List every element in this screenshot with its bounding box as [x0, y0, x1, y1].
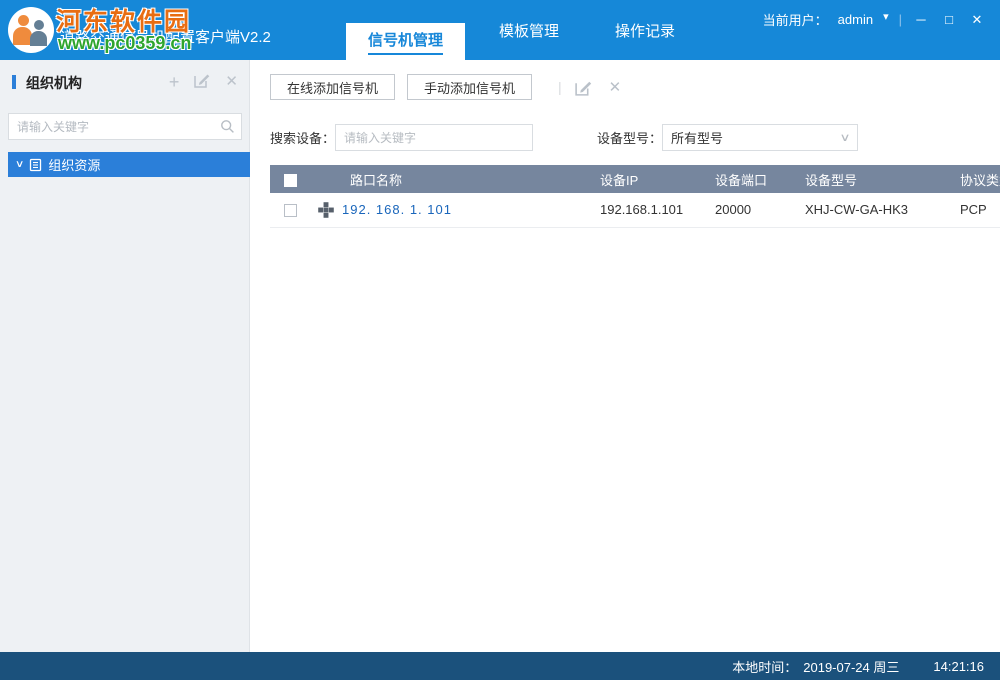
add-signal-online-button[interactable]: 在线添加信号机 [270, 74, 395, 100]
cell-device-ip: 192.168.1.101 [590, 193, 705, 227]
chevron-down-icon: ∨ [839, 131, 850, 144]
table-header-row: 路口名称 设备IP 设备端口 设备型号 协议类型 [270, 165, 1000, 193]
current-user-name: admin [838, 12, 873, 27]
device-table-wrap: 路口名称 设备IP 设备端口 设备型号 协议类型 [270, 165, 1000, 228]
tree-item-label: 组织资源 [48, 155, 100, 174]
device-filters: 搜索设备： 设备型号： 所有型号 ∨ [270, 124, 858, 151]
status-bar: 本地时间： 2019-07-24 周三 14:21:16 [0, 652, 1000, 680]
selected-model-value: 所有型号 [671, 128, 723, 147]
col-header-model: 设备型号 [795, 165, 950, 193]
device-toolbar: 在线添加信号机 手动添加信号机 | ✕ [270, 74, 621, 100]
tab-operation-log[interactable]: 操作记录 [593, 0, 697, 60]
logo-person-gray-body [30, 31, 47, 46]
edit-device-button[interactable] [574, 78, 593, 97]
device-table: 路口名称 设备IP 设备端口 设备型号 协议类型 [270, 165, 1000, 228]
pencil-icon [574, 78, 593, 97]
add-org-button[interactable]: + [169, 72, 180, 92]
row-checkbox[interactable] [284, 204, 297, 217]
title-bar: 道路交通信号机配置客户端V2.2 信号机管理 模板管理 操作记录 当前用户： a… [0, 0, 1000, 60]
delete-org-button[interactable]: ✕ [225, 72, 238, 92]
sidebar-title: 组织机构 [26, 73, 82, 93]
edit-org-button[interactable] [193, 71, 211, 93]
device-model-label: 设备型号： [597, 128, 662, 147]
app-title: 道路交通信号机配置客户端V2.2 [60, 26, 271, 47]
cell-device-protocol: PCP [950, 193, 1000, 227]
user-area: 当前用户： admin ▾ | ─ □ ✕ [763, 10, 986, 29]
logo-person-orange-icon [18, 15, 29, 26]
table-row[interactable]: 192. 168. 1. 101 192.168.1.101 20000 XHJ… [270, 193, 1000, 227]
app-window: 道路交通信号机配置客户端V2.2 信号机管理 模板管理 操作记录 当前用户： a… [0, 0, 1000, 680]
pencil-icon [193, 71, 211, 89]
local-time: 14:21:16 [933, 659, 984, 674]
tab-template-management[interactable]: 模板管理 [477, 0, 581, 60]
minimize-button[interactable]: ─ [912, 12, 930, 27]
local-time-label: 本地时间： [732, 657, 797, 676]
device-search-input[interactable] [335, 124, 533, 151]
main-tabs: 信号机管理 模板管理 操作记录 [340, 0, 703, 60]
tab-label: 信号机管理 [368, 29, 443, 55]
add-signal-manual-button[interactable]: 手动添加信号机 [407, 74, 532, 100]
local-date: 2019-07-24 周三 [803, 657, 899, 676]
cell-device-port: 20000 [705, 193, 795, 227]
app-logo-icon [8, 7, 54, 53]
select-all-checkbox[interactable] [284, 174, 297, 187]
col-header-ip: 设备IP [590, 165, 705, 193]
org-book-icon [29, 158, 42, 172]
tab-label: 模板管理 [499, 20, 559, 41]
col-header-protocol: 协议类型 [950, 165, 1000, 193]
logo-person-gray-icon [34, 20, 44, 30]
col-header-port: 设备端口 [705, 165, 795, 193]
search-device-label: 搜索设备： [270, 128, 335, 147]
delete-device-button[interactable]: ✕ [609, 78, 622, 96]
close-button[interactable]: ✕ [968, 12, 986, 28]
current-user-label: 当前用户： [763, 10, 828, 29]
org-search-input[interactable] [8, 113, 242, 140]
sidebar-actions: + ✕ [169, 71, 238, 93]
search-icon [220, 119, 235, 134]
accent-bar [12, 75, 16, 89]
toolbar-divider: | [558, 79, 562, 95]
tree-expander-icon[interactable]: ∨ [15, 159, 25, 170]
sidebar-header: 组织机构 + ✕ [0, 68, 250, 96]
user-menu-caret-icon[interactable]: ▾ [883, 10, 889, 23]
cell-device-model: XHJ-CW-GA-HK3 [795, 193, 950, 227]
sidebar-organization: 组织机构 + ✕ ∨ [0, 60, 250, 652]
device-model-select[interactable]: 所有型号 ∨ [662, 124, 858, 151]
tab-signal-management[interactable]: 信号机管理 [346, 23, 465, 60]
header-divider: | [899, 12, 902, 27]
device-name-cell: 192. 168. 1. 101 [318, 202, 590, 218]
sidebar-search [8, 113, 242, 140]
main-content: 在线添加信号机 手动添加信号机 | ✕ 搜索设备： 设备型号： 所有型号 ∨ [250, 60, 1000, 652]
tab-label: 操作记录 [615, 20, 675, 41]
col-header-name: 路口名称 [310, 165, 590, 193]
maximize-button[interactable]: □ [940, 12, 958, 27]
tree-item-org-resource[interactable]: ∨ 组织资源 [8, 152, 250, 177]
device-name-link[interactable]: 192. 168. 1. 101 [342, 202, 452, 217]
intersection-icon [318, 202, 334, 218]
